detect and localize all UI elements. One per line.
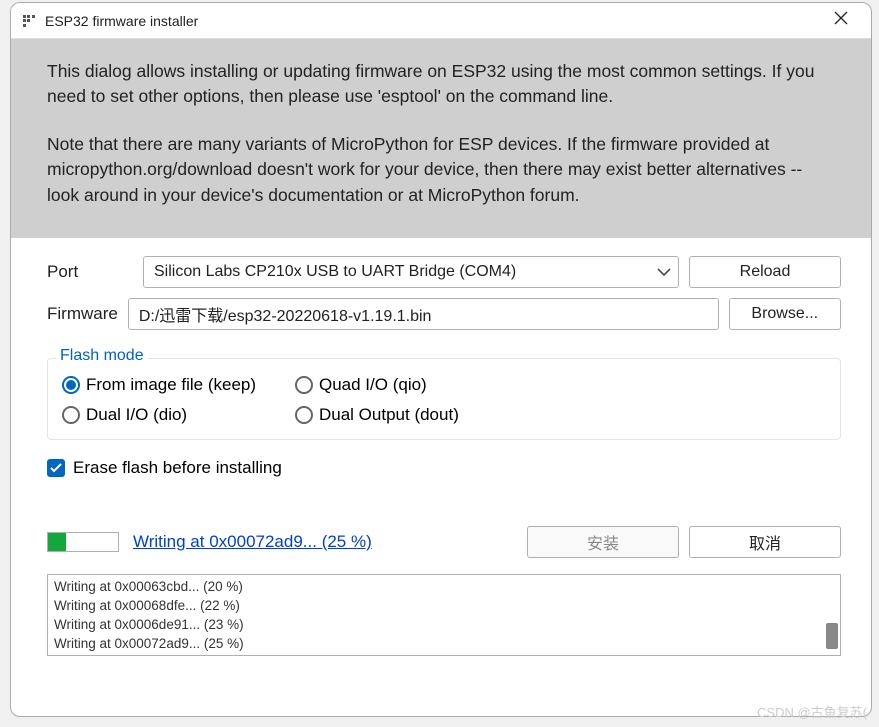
- radio-label: Dual I/O (dio): [86, 405, 187, 425]
- radio-from-image[interactable]: From image file (keep): [62, 375, 287, 395]
- progress-status-link[interactable]: Writing at 0x00072ad9... (25 %): [133, 532, 513, 552]
- radio-qio[interactable]: Quad I/O (qio): [295, 375, 495, 395]
- radio-icon: [295, 376, 313, 394]
- reload-button[interactable]: Reload: [689, 256, 841, 288]
- progress-bar: [47, 532, 119, 552]
- log-line: Writing at 0x00068dfe... (22 %): [54, 598, 240, 613]
- erase-checkbox-row[interactable]: Erase flash before installing: [47, 458, 841, 478]
- checkbox-icon: [47, 459, 65, 477]
- port-select[interactable]: Silicon Labs CP210x USB to UART Bridge (…: [143, 256, 679, 288]
- install-button[interactable]: 安装: [527, 526, 679, 558]
- log-line: Writing at 0x00063cbd... (20 %): [54, 579, 243, 594]
- info-paragraph-2: Note that there are many variants of Mic…: [47, 132, 835, 208]
- radio-label: Quad I/O (qio): [319, 375, 427, 395]
- port-label: Port: [47, 262, 133, 282]
- titlebar: ESP32 firmware installer: [11, 3, 871, 39]
- log-line: Writing at 0x00072ad9... (25 %): [54, 636, 244, 651]
- scrollbar-thumb[interactable]: [826, 623, 838, 649]
- log-output[interactable]: Writing at 0x00063cbd... (20 %) Writing …: [47, 574, 841, 656]
- radio-label: From image file (keep): [86, 375, 256, 395]
- form-area: Port Silicon Labs CP210x USB to UART Bri…: [11, 238, 871, 352]
- browse-button[interactable]: Browse...: [729, 298, 841, 330]
- close-icon: [834, 11, 848, 30]
- progress-fill: [48, 533, 66, 551]
- app-icon: [21, 13, 37, 29]
- radio-icon: [62, 406, 80, 424]
- port-row: Port Silicon Labs CP210x USB to UART Bri…: [47, 256, 841, 288]
- radio-dout[interactable]: Dual Output (dout): [295, 405, 495, 425]
- radio-icon: [295, 406, 313, 424]
- watermark: CSDN @古鱼复苏(: [757, 702, 867, 721]
- close-button[interactable]: [819, 5, 863, 37]
- window-title: ESP32 firmware installer: [45, 13, 819, 29]
- firmware-row: Firmware Browse...: [47, 298, 841, 330]
- firmware-label: Firmware: [47, 304, 118, 324]
- port-value: Silicon Labs CP210x USB to UART Bridge (…: [154, 263, 516, 281]
- firmware-input[interactable]: [128, 298, 719, 330]
- progress-row: Writing at 0x00072ad9... (25 %) 安装 取消: [11, 526, 871, 558]
- radio-icon: [62, 376, 80, 394]
- radio-label: Dual Output (dout): [319, 405, 459, 425]
- dialog-window: ESP32 firmware installer This dialog all…: [10, 2, 872, 717]
- erase-label: Erase flash before installing: [73, 458, 282, 478]
- radio-dio[interactable]: Dual I/O (dio): [62, 405, 287, 425]
- info-panel: This dialog allows installing or updatin…: [11, 39, 871, 238]
- cancel-button[interactable]: 取消: [689, 526, 841, 558]
- flash-mode-fieldset: Flash mode From image file (keep) Quad I…: [47, 358, 841, 440]
- flash-mode-legend: Flash mode: [56, 347, 148, 365]
- info-paragraph-1: This dialog allows installing or updatin…: [47, 59, 835, 110]
- log-line: Writing at 0x0006de91... (23 %): [54, 617, 244, 632]
